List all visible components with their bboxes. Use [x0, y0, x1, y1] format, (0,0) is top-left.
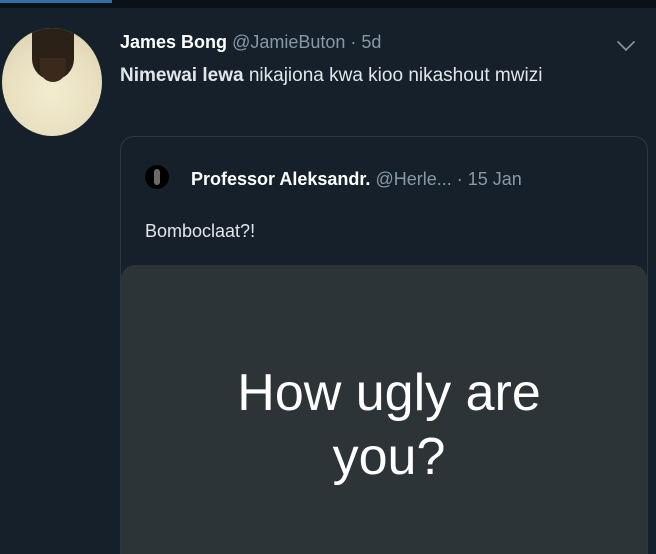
- separator: ·: [350, 32, 357, 52]
- avatar[interactable]: [2, 28, 102, 136]
- top-bar: [0, 0, 656, 8]
- media-caption-line-1: How ugly are: [237, 364, 541, 422]
- quoted-author-handle: @Herle...: [375, 169, 452, 189]
- quoted-media[interactable]: How ugly are you?: [121, 265, 647, 554]
- chevron-down-icon[interactable]: [616, 32, 636, 52]
- quoted-header: Professor Aleksandr. @Herle... · 15 Jan: [191, 169, 522, 190]
- quoted-separator: ·: [456, 169, 463, 189]
- media-caption-line-2: you?: [332, 428, 446, 486]
- quoted-avatar-figure: [154, 169, 160, 185]
- quoted-tweet[interactable]: Professor Aleksandr. @Herle... · 15 Jan …: [120, 136, 648, 554]
- quoted-time: 15 Jan: [467, 169, 522, 189]
- tweet-text-rest: nikajiona kwa kioo nikashout mwizi: [243, 65, 543, 86]
- quoted-avatar[interactable]: [145, 165, 169, 189]
- avatar-beard: [40, 58, 66, 82]
- quoted-author-name: Professor Aleksandr.: [191, 169, 371, 189]
- tweet-text: Nimewai lewa nikajiona kwa kioo nikashou…: [120, 62, 590, 89]
- tab-indicator: [0, 0, 112, 3]
- media-caption: How ugly are you?: [121, 361, 647, 489]
- tweet-text-bold: Nimewai lewa: [120, 65, 244, 86]
- tweet-time[interactable]: 5d: [361, 32, 381, 52]
- author-handle[interactable]: @JamieButon: [232, 32, 345, 52]
- tweet-header: James Bong @JamieButon · 5d: [120, 32, 381, 53]
- quoted-text: Bomboclaat?!: [145, 221, 256, 241]
- author-name[interactable]: James Bong: [120, 32, 227, 52]
